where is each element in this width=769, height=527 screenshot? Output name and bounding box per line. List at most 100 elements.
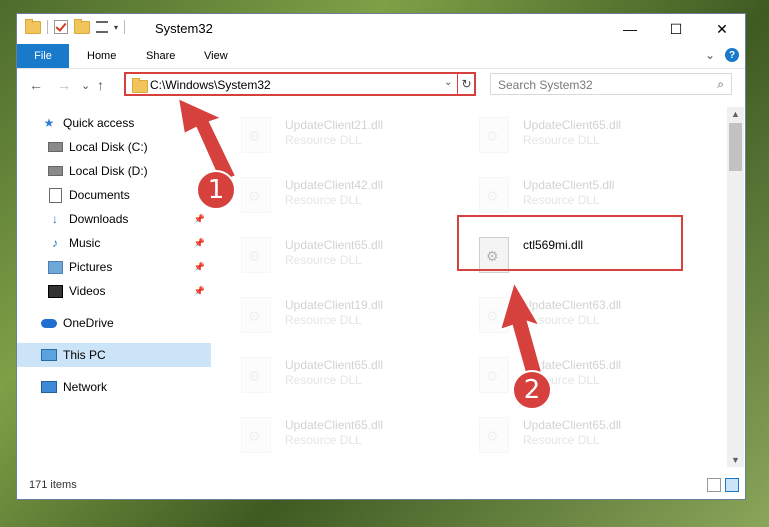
file-item[interactable]: UpdateClient42.dll Resource DLL bbox=[213, 173, 433, 221]
large-icons-view-icon[interactable] bbox=[725, 478, 739, 492]
chevron-down-icon[interactable]: ⌄ bbox=[444, 77, 452, 88]
pin-icon[interactable]: 📌 bbox=[194, 238, 205, 249]
star-icon: ★ bbox=[43, 116, 55, 130]
ribbon-tabs: File Home Share View ⌄ ? bbox=[17, 44, 745, 69]
dll-file-icon bbox=[241, 357, 271, 393]
dll-file-icon bbox=[241, 117, 271, 153]
dll-file-icon bbox=[479, 357, 509, 393]
step-2-badge: 2 bbox=[512, 370, 552, 410]
sidebar-item-this-pc[interactable]: This PC bbox=[17, 343, 211, 367]
toolbar-divider bbox=[47, 20, 48, 34]
window-controls: — ☐ ✕ bbox=[607, 14, 745, 44]
refresh-icon[interactable]: ↻ bbox=[457, 74, 475, 94]
address-path[interactable]: C:\Windows\System32 bbox=[150, 78, 271, 92]
sidebar-item-pictures[interactable]: Pictures 📌 bbox=[17, 255, 211, 279]
sidebar-item-music[interactable]: ♪ Music 📌 bbox=[17, 231, 211, 255]
address-bar[interactable]: C:\Windows\System32 ⌄ ↻ bbox=[124, 72, 476, 96]
file-highlight-box bbox=[457, 215, 683, 271]
downloads-icon: ↓ bbox=[52, 212, 58, 226]
sidebar-item-quick-access[interactable]: ★ Quick access bbox=[17, 111, 211, 135]
pin-icon[interactable]: 📌 bbox=[194, 286, 205, 297]
file-item[interactable]: UpdateClient65.dll Resource DLL bbox=[213, 353, 433, 401]
tab-view[interactable]: View bbox=[204, 46, 228, 66]
pictures-icon bbox=[47, 260, 63, 274]
sidebar-item-label: Local Disk (D:) bbox=[69, 164, 148, 178]
sidebar-item-local-disk-c[interactable]: Local Disk (C:) bbox=[17, 135, 211, 159]
file-item[interactable]: UpdateClient63.dll Resource DLL bbox=[451, 293, 671, 341]
back-icon[interactable]: ← bbox=[29, 77, 43, 93]
file-item[interactable]: UpdateClient65.dll Resource DLL bbox=[213, 413, 433, 461]
file-item[interactable]: UpdateClient65.dll Resource DLL bbox=[451, 353, 671, 401]
search-box[interactable]: Search System32 ⌕ bbox=[490, 73, 732, 95]
file-item[interactable]: UpdateClient5.dll Resource DLL bbox=[451, 173, 671, 221]
close-button[interactable]: ✕ bbox=[699, 14, 745, 44]
file-type: Resource DLL bbox=[523, 193, 600, 207]
sidebar-item-onedrive[interactable]: OneDrive bbox=[17, 311, 211, 335]
properties-check-icon[interactable] bbox=[54, 20, 68, 34]
sidebar-item-label: Documents bbox=[69, 188, 130, 202]
quick-access-toolbar: ▾ bbox=[25, 18, 126, 34]
sidebar-item-label: Videos bbox=[69, 284, 106, 298]
videos-icon bbox=[47, 284, 63, 298]
file-item[interactable]: UpdateClient65.dll Resource DLL bbox=[451, 413, 671, 461]
file-item[interactable]: UpdateClient65.dll Resource DLL bbox=[451, 113, 671, 161]
tab-share[interactable]: Share bbox=[146, 46, 175, 66]
close-icon: ✕ bbox=[716, 20, 728, 37]
minimize-button[interactable]: — bbox=[607, 14, 653, 44]
dll-file-icon bbox=[479, 177, 509, 213]
tab-file[interactable]: File bbox=[17, 44, 69, 68]
sidebar-item-local-disk-d[interactable]: Local Disk (D:) bbox=[17, 159, 211, 183]
dll-file-icon bbox=[479, 417, 509, 453]
sidebar-item-documents[interactable]: Documents bbox=[17, 183, 211, 207]
qat-dropdown-icon[interactable]: ▾ bbox=[114, 23, 118, 32]
sidebar-item-videos[interactable]: Videos 📌 bbox=[17, 279, 211, 303]
scroll-thumb[interactable] bbox=[729, 123, 742, 171]
title-bar: ▾ System32 — ☐ ✕ bbox=[17, 14, 745, 44]
tab-home[interactable]: Home bbox=[87, 46, 116, 66]
file-name: UpdateClient65.dll bbox=[285, 358, 384, 372]
new-folder-icon[interactable] bbox=[74, 18, 90, 34]
sidebar-item-label: OneDrive bbox=[63, 316, 114, 330]
file-type: Resource DLL bbox=[523, 133, 600, 147]
up-icon[interactable]: ↑ bbox=[97, 77, 104, 93]
drive-icon bbox=[47, 164, 63, 178]
sidebar-item-downloads[interactable]: ↓ Downloads 📌 bbox=[17, 207, 211, 231]
sidebar-item-network[interactable]: Network bbox=[17, 375, 211, 399]
file-name: UpdateClient19.dll bbox=[285, 298, 384, 312]
file-type: Resource DLL bbox=[523, 313, 600, 327]
search-input[interactable]: Search System32 bbox=[498, 78, 593, 92]
pin-icon[interactable]: 📌 bbox=[194, 214, 205, 225]
search-icon[interactable]: ⌕ bbox=[717, 77, 724, 92]
expand-ribbon-icon[interactable]: ⌄ bbox=[705, 48, 715, 62]
file-name: UpdateClient65.dll bbox=[523, 118, 622, 132]
details-view-icon[interactable] bbox=[707, 478, 721, 492]
scroll-down-icon[interactable]: ▼ bbox=[731, 455, 740, 465]
dll-file-icon bbox=[479, 297, 509, 333]
file-item[interactable]: UpdateClient19.dll Resource DLL bbox=[213, 293, 433, 341]
file-item[interactable]: UpdateClient65.dll Resource DLL bbox=[213, 233, 433, 281]
forward-icon[interactable]: → bbox=[57, 77, 71, 93]
customize-icon[interactable] bbox=[96, 21, 108, 33]
sidebar-item-label: Pictures bbox=[69, 260, 113, 274]
file-item[interactable]: UpdateClient21.dll Resource DLL bbox=[213, 113, 433, 161]
maximize-icon: ☐ bbox=[669, 20, 683, 37]
ribbon-right-controls: ⌄ ? bbox=[705, 48, 739, 62]
dll-file-icon bbox=[241, 417, 271, 453]
file-type: Resource DLL bbox=[285, 373, 362, 387]
maximize-button[interactable]: ☐ bbox=[653, 14, 699, 44]
file-name: UpdateClient65.dll bbox=[523, 418, 622, 432]
vertical-scrollbar[interactable]: ▲ ▼ bbox=[727, 107, 744, 467]
help-icon[interactable]: ? bbox=[725, 48, 739, 62]
file-name: UpdateClient63.dll bbox=[523, 298, 622, 312]
file-type: Resource DLL bbox=[285, 133, 362, 147]
folder-icon[interactable] bbox=[25, 18, 41, 34]
pin-icon[interactable]: 📌 bbox=[194, 262, 205, 273]
toolbar-divider bbox=[124, 20, 126, 34]
minimize-icon: — bbox=[623, 21, 637, 37]
sidebar-item-label: Music bbox=[69, 236, 101, 250]
folder-icon bbox=[132, 78, 148, 93]
file-type: Resource DLL bbox=[523, 433, 600, 447]
file-name: UpdateClient5.dll bbox=[523, 178, 615, 192]
scroll-up-icon[interactable]: ▲ bbox=[731, 109, 740, 119]
recent-locations-icon[interactable]: ⌄ bbox=[81, 79, 90, 92]
